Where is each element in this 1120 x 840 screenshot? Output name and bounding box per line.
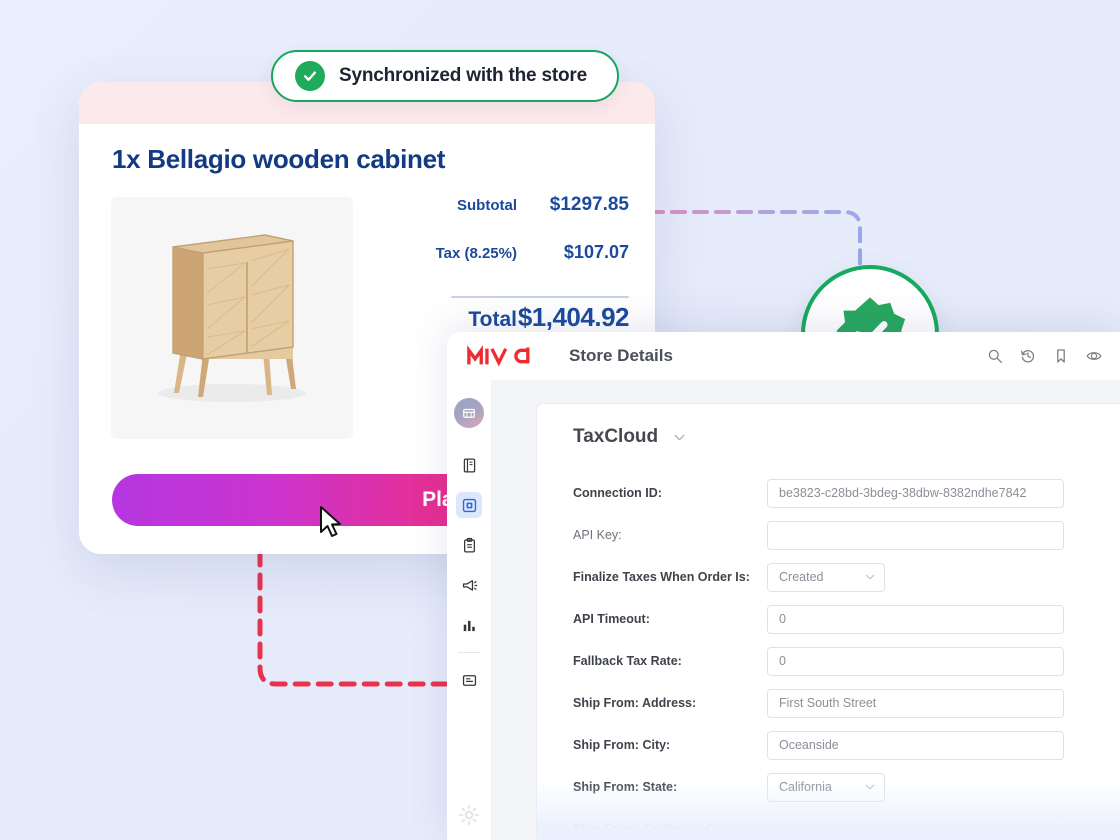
megaphone-icon [462, 579, 477, 591]
field-label: Ship From: Address: [573, 696, 697, 710]
fallback-tax-rate-input[interactable]: 0 [767, 646, 1064, 676]
panel-title: Store Details [569, 346, 673, 365]
sidebar-item-orders[interactable] [456, 532, 482, 558]
search-icon[interactable] [987, 348, 1003, 364]
section-header[interactable]: TaxCloud [573, 426, 685, 448]
ship-from-zip-input[interactable]: 129732 [767, 814, 1064, 840]
rail-divider [458, 652, 480, 653]
miva-admin-panel: Store Details TaxCloud Connection ID: be… [447, 332, 1120, 840]
field-row-ship-from-address: Ship From: Address: First South Street [573, 682, 1084, 724]
tax-value: $107.07 [563, 242, 629, 262]
field-row-ship-from-state: Ship From: State: California [573, 766, 1084, 808]
ship-from-address-input[interactable]: First South Street [767, 688, 1064, 718]
miva-content-area: TaxCloud Connection ID: be3823-c28bd-3bd… [491, 380, 1120, 840]
settings-sheet: TaxCloud Connection ID: be3823-c28bd-3bd… [537, 404, 1120, 840]
sync-status-banner: Synchronized with the store [271, 50, 619, 102]
total-value: $1,404.92 [517, 302, 630, 332]
chevron-down-icon [865, 784, 875, 790]
topbar-icon-group [987, 348, 1102, 364]
field-label: Ship From: City: [573, 738, 671, 752]
sidebar-item-pages[interactable] [456, 667, 482, 693]
field-row-api-timeout: API Timeout: 0 [573, 598, 1084, 640]
ship-from-state-select[interactable]: California [767, 772, 885, 802]
field-label: API Timeout: [573, 612, 650, 626]
field-label: Ship From: Zip/Postal Code: [573, 822, 742, 836]
check-circle-icon [295, 61, 325, 91]
chevron-down-icon[interactable] [674, 434, 685, 441]
sync-status-label: Synchronized with the store [339, 65, 587, 86]
subtotal-label: Subtotal [457, 197, 517, 214]
totals-divider [451, 296, 629, 298]
totals-row-tax: Tax (8.25%) $107.07 [379, 242, 629, 290]
history-icon[interactable] [1020, 348, 1036, 364]
miva-logo [467, 345, 530, 367]
finalize-taxes-select[interactable]: Created [767, 562, 885, 592]
miva-topbar: Store Details [447, 332, 1120, 381]
connection-id-input[interactable]: be3823-c28bd-3bdeg-38dbw-8382ndhe7842 [767, 478, 1064, 508]
product-image [111, 197, 353, 439]
field-row-finalize-taxes: Finalize Taxes When Order Is: Created [573, 556, 1084, 598]
select-value: California [779, 780, 832, 794]
field-row-ship-from-zip: Ship From: Zip/Postal Code: 129732 [573, 808, 1084, 840]
tax-label: Tax (8.25%) [435, 245, 517, 262]
total-label: Total [468, 308, 517, 331]
store-icon [462, 498, 476, 512]
clipboard-icon [463, 537, 475, 553]
miva-sidebar-rail [447, 380, 491, 840]
sidebar-item-reports[interactable] [456, 612, 482, 638]
mouse-pointer-icon [320, 506, 341, 537]
field-row-ship-from-city: Ship From: City: Oceanside [573, 724, 1084, 766]
field-label: Finalize Taxes When Order Is: [573, 570, 750, 584]
book-icon [463, 457, 475, 473]
field-row-api-key: API Key: [573, 514, 1084, 556]
taxcloud-settings-form: Connection ID: be3823-c28bd-3bdeg-38dbw-… [573, 472, 1084, 840]
field-label: Fallback Tax Rate: [573, 654, 682, 668]
sidebar-item-marketing[interactable] [456, 572, 482, 598]
chevron-down-icon [865, 574, 875, 580]
bar-chart-icon [463, 620, 475, 631]
subtotal-value: $1297.85 [549, 194, 629, 215]
sidebar-item-catalog[interactable] [456, 452, 482, 478]
avatar[interactable] [454, 398, 484, 428]
bookmark-icon[interactable] [1053, 348, 1069, 364]
field-row-connection-id: Connection ID: be3823-c28bd-3bdeg-38dbw-… [573, 472, 1084, 514]
field-label: API Key: [573, 528, 622, 542]
field-label: Connection ID: [573, 486, 662, 500]
api-key-input[interactable] [767, 520, 1064, 550]
field-row-fallback-tax-rate: Fallback Tax Rate: 0 [573, 640, 1084, 682]
page-title: 1x Bellagio wooden cabinet [112, 144, 446, 174]
ship-from-city-input[interactable]: Oceanside [767, 730, 1064, 760]
page-icon [462, 674, 476, 686]
totals-row-subtotal: Subtotal $1297.85 [379, 194, 629, 242]
sidebar-item-store[interactable] [456, 492, 482, 518]
field-label: Ship From: State: [573, 780, 678, 794]
api-timeout-input[interactable]: 0 [767, 604, 1064, 634]
gear-icon[interactable] [458, 804, 480, 826]
section-title: TaxCloud [573, 426, 659, 447]
screenshot-stage: 1x Bellagio wooden cabinet Subtotal $129… [0, 0, 1120, 840]
eye-preview-icon[interactable] [1086, 348, 1102, 364]
select-value: Created [779, 570, 824, 584]
